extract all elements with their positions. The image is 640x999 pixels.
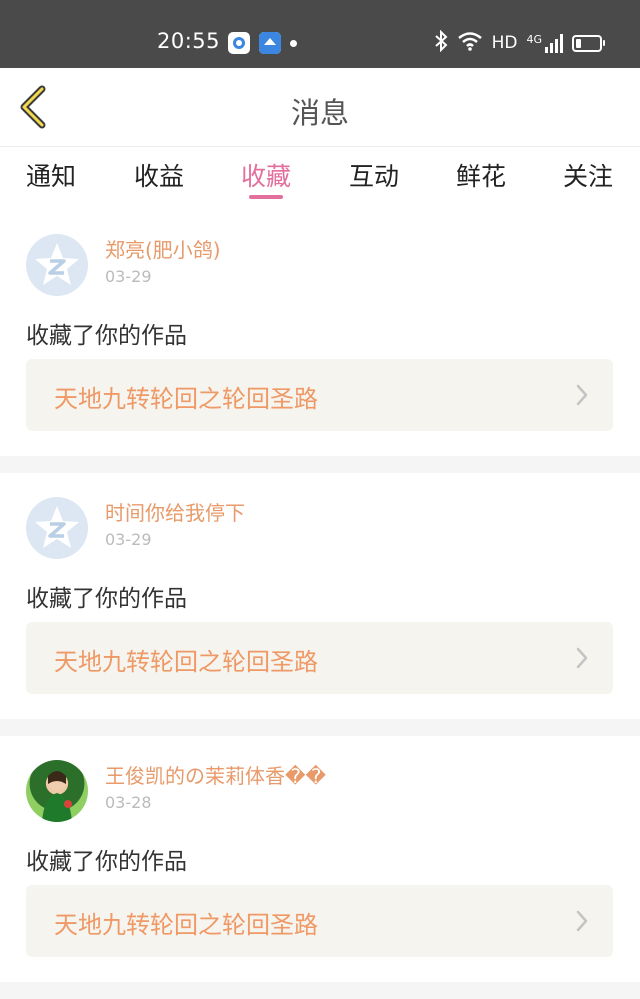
active-tab-indicator [249,195,283,199]
tab-earnings[interactable]: 收益 [119,157,199,193]
username[interactable]: 王俊凯的の茉莉体香�� [105,760,326,789]
chevron-right-icon [575,646,589,670]
chevron-right-icon [575,909,589,933]
tab-favorites[interactable]: 收藏 [226,157,306,193]
chevron-right-icon [575,383,589,407]
message-action: 收藏了你的作品 [26,849,187,875]
avatar[interactable] [26,760,88,822]
status-time: 20:55 [157,29,221,53]
network-type-label: 4G [526,33,542,46]
message-action: 收藏了你的作品 [26,586,187,612]
message-card: 王俊凯的の茉莉体香�� 03-28 收藏了你的作品 天地九转轮回之轮回圣路 [0,736,640,982]
battery-icon [572,34,605,52]
avatar[interactable] [26,234,88,296]
app-notification-icon [259,32,281,54]
notification-dot-icon [290,40,297,47]
work-title: 天地九转轮回之轮回圣路 [54,911,318,939]
message-date: 03-29 [105,530,152,549]
tab-notifications[interactable]: 通知 [11,157,91,193]
work-link[interactable]: 天地九转轮回之轮回圣路 [26,885,613,957]
card-divider [0,719,640,736]
page-title: 消息 [290,96,349,130]
default-avatar-icon [35,243,79,285]
username[interactable]: 时间你给我停下 [105,497,245,526]
message-date: 03-28 [105,793,152,812]
tab-flowers[interactable]: 鲜花 [441,157,521,193]
work-link[interactable]: 天地九转轮回之轮回圣路 [26,622,613,694]
username[interactable]: 郑亮(肥小鸽) [105,234,221,263]
tab-interactions[interactable]: 互动 [334,157,414,193]
work-link[interactable]: 天地九转轮回之轮回圣路 [26,359,613,431]
message-action: 收藏了你的作品 [26,323,187,349]
avatar[interactable] [26,497,88,559]
signal-icon: 4G [526,33,563,53]
app-notification-icon [228,32,250,54]
status-bar: 20:55 HD 4G [0,0,640,68]
app-header: 消息 [0,68,640,147]
work-title: 天地九转轮回之轮回圣路 [54,648,318,676]
message-date: 03-29 [105,267,152,286]
tab-bar: 通知 收益 收藏 互动 鲜花 关注 [0,147,640,203]
default-avatar-icon [35,506,79,548]
message-card: 郑亮(肥小鸽) 03-29 收藏了你的作品 天地九转轮回之轮回圣路 [0,210,640,456]
status-indicators: HD 4G [434,29,605,57]
work-title: 天地九转轮回之轮回圣路 [54,385,318,413]
card-divider [0,456,640,473]
bluetooth-icon [434,29,448,57]
card-divider [0,982,640,999]
message-card: 时间你给我停下 03-29 收藏了你的作品 天地九转轮回之轮回圣路 [0,473,640,719]
user-photo-icon [42,771,72,822]
hd-indicator: HD [491,33,518,53]
wifi-icon [457,31,483,56]
tab-follows[interactable]: 关注 [548,157,628,193]
